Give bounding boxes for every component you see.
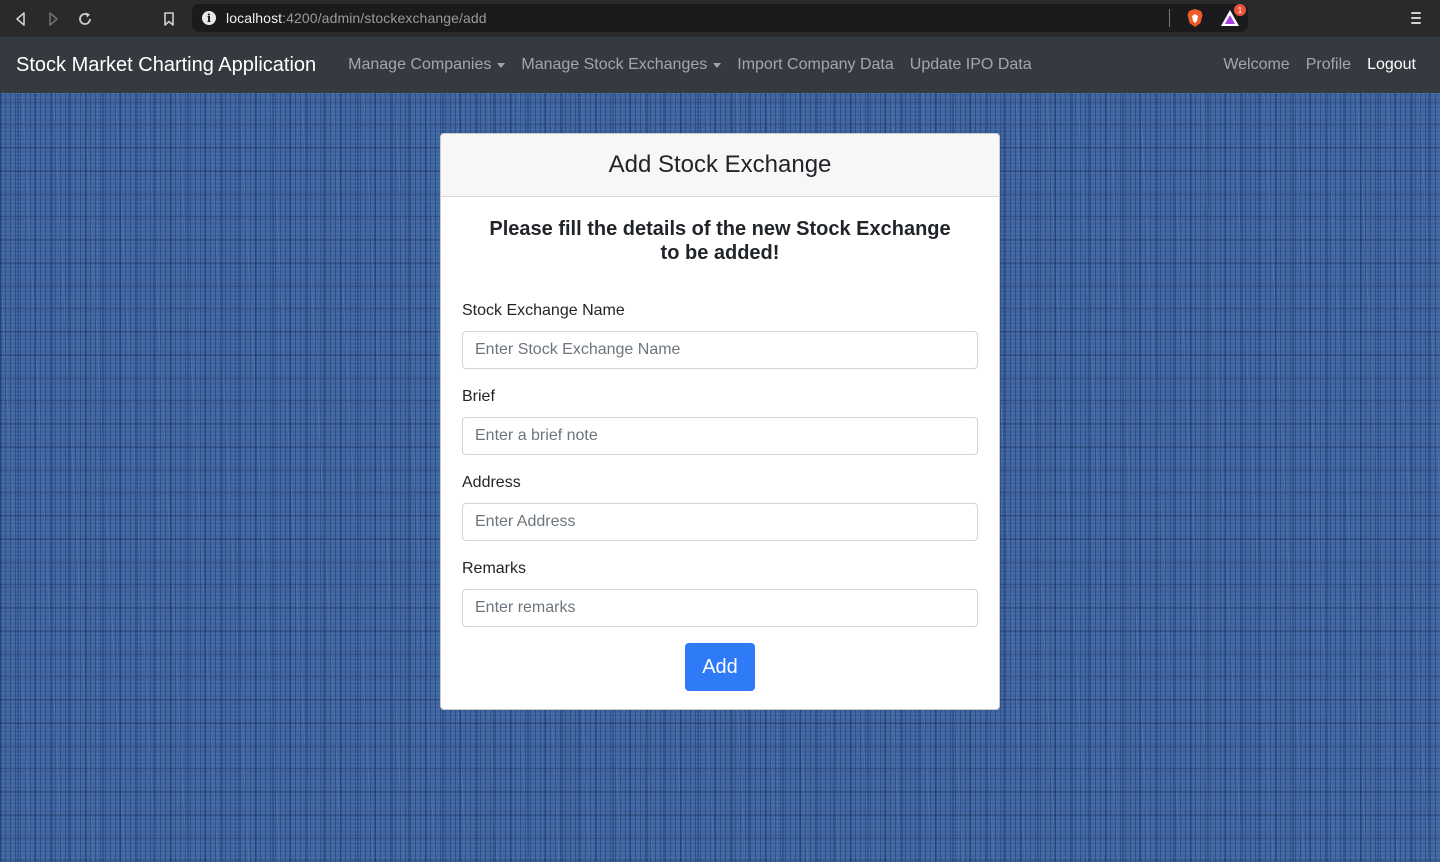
brief-label: Brief [462, 388, 495, 405]
form-group-brief: Brief [462, 387, 978, 455]
nav-manage-stock-exchanges[interactable]: Manage Stock Exchanges [513, 56, 729, 74]
address-label: Address [462, 474, 521, 491]
browser-toolbar: i localhost:4200/admin/stockexchange/add… [0, 0, 1440, 37]
add-stock-exchange-card: Add Stock Exchange Please fill the detai… [440, 133, 1000, 710]
form-instructions: Please fill the details of the new Stock… [489, 218, 951, 264]
nav-profile[interactable]: Profile [1298, 56, 1359, 74]
form-group-name: Stock Exchange Name [462, 301, 978, 369]
card-header: Add Stock Exchange [441, 134, 999, 197]
form-group-address: Address [462, 473, 978, 541]
nav-import-company-data-label: Import Company Data [737, 56, 894, 73]
form-group-remarks: Remarks [462, 559, 978, 627]
card-body: Please fill the details of the new Stock… [441, 197, 999, 709]
address-bar-divider [1169, 9, 1170, 27]
card-title: Add Stock Exchange [608, 151, 832, 178]
bookmark-icon[interactable] [158, 8, 180, 30]
submit-wrap: Add [462, 643, 978, 691]
remarks-label: Remarks [462, 560, 527, 577]
nav-logout[interactable]: Logout [1359, 56, 1424, 74]
stock-exchange-name-label: Stock Exchange Name [462, 302, 625, 319]
nav-welcome[interactable]: Welcome [1215, 56, 1297, 74]
app-navbar: Stock Market Charting Application Manage… [0, 37, 1440, 93]
url-path: :4200/admin/stockexchange/add [282, 10, 487, 26]
nav-import-company-data[interactable]: Import Company Data [729, 56, 902, 74]
chevron-down-icon [713, 62, 722, 68]
stock-exchange-name-input[interactable] [462, 331, 978, 369]
site-info-icon[interactable]: i [202, 11, 216, 25]
nav-update-ipo-data-label: Update IPO Data [909, 56, 1032, 73]
rewards-badge: 1 [1234, 4, 1246, 16]
nav-update-ipo-data[interactable]: Update IPO Data [902, 56, 1040, 74]
navbar-brand[interactable]: Stock Market Charting Application [16, 54, 316, 77]
chevron-down-icon [497, 62, 506, 68]
brief-input[interactable] [462, 417, 978, 455]
address-input[interactable] [462, 503, 978, 541]
brave-rewards-icon[interactable]: 1 [1220, 4, 1246, 27]
reload-icon[interactable] [74, 8, 96, 30]
url-text[interactable]: localhost:4200/admin/stockexchange/add [226, 10, 487, 26]
brave-shields-icon[interactable] [1186, 8, 1204, 28]
back-icon[interactable] [10, 8, 32, 30]
address-bar[interactable]: i localhost:4200/admin/stockexchange/add… [192, 4, 1248, 32]
forward-icon[interactable] [42, 8, 64, 30]
nav-manage-companies-label: Manage Companies [348, 56, 492, 73]
remarks-input[interactable] [462, 589, 978, 627]
url-host: localhost [226, 10, 283, 26]
browser-menu-icon[interactable] [1408, 10, 1424, 26]
nav-manage-stock-exchanges-label: Manage Stock Exchanges [521, 56, 708, 73]
nav-manage-companies[interactable]: Manage Companies [340, 56, 513, 74]
add-button[interactable]: Add [685, 643, 755, 691]
